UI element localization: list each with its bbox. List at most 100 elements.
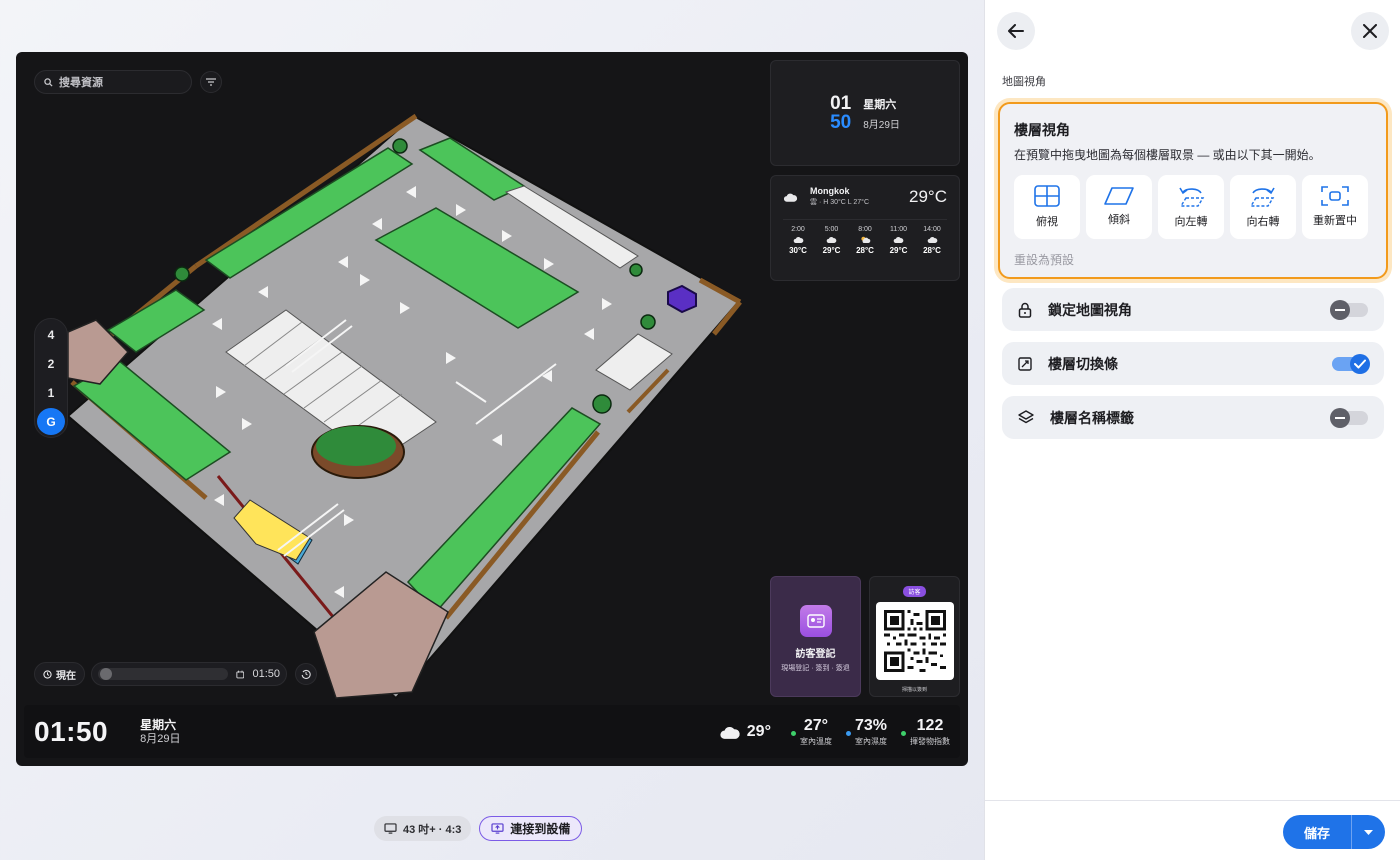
floor-switcher-row[interactable]: 樓層切換條	[1002, 342, 1384, 385]
weather-hour-time: 11:00	[890, 226, 907, 233]
weather-hour-time: 8:00	[858, 226, 872, 233]
arrow-left-icon	[1008, 24, 1024, 38]
reset-default-button[interactable]: 重設為預設	[1014, 251, 1372, 268]
partly-sunny-icon	[860, 236, 870, 243]
qr-widget: 訪客 掃描以簽到	[869, 576, 960, 697]
metric-label: 室內溫度	[799, 736, 832, 746]
floor-button-2[interactable]: 2	[37, 350, 65, 377]
save-button[interactable]: 儲存	[1283, 815, 1351, 849]
tilt-button[interactable]: 傾斜	[1086, 175, 1152, 239]
weather-hour-temp: 29°C	[889, 246, 908, 255]
rotate-right-label: 向右轉	[1246, 216, 1280, 228]
status-bar: 01:50 星期六 8月29日 29° 27° 室內溫度 73% 室內濕度 12…	[24, 705, 960, 758]
device-toolbar: 43 吋+ · 4:3 連接到設備	[374, 816, 583, 841]
metric-label: 揮發物指數	[910, 736, 950, 746]
filter-button[interactable]	[200, 71, 222, 93]
weather-hour-temp: 28°C	[856, 246, 874, 255]
metric-voc-index: 122 揮發物指數	[901, 717, 950, 747]
weather-hour-temp: 29°C	[822, 246, 841, 255]
top-view-label: 俯視	[1036, 216, 1058, 228]
floor-view-title: 樓層視角	[1014, 122, 1070, 138]
metric-indoor-humidity: 73% 室內濕度	[845, 717, 887, 747]
map-preview[interactable]: 搜尋資源 4 2 1 G 現在 01:50 01 50 星期六 8月29日 Mo…	[16, 52, 968, 766]
floor-button-4[interactable]: 4	[37, 321, 65, 348]
metric-dot	[845, 730, 851, 736]
connect-device-button[interactable]: 連接到設備	[479, 816, 583, 841]
clock-hour: 01	[830, 93, 852, 114]
top-view-button[interactable]: 俯視	[1014, 175, 1080, 239]
search-input[interactable]: 搜尋資源	[34, 70, 192, 94]
weather-city: Mongkok	[810, 186, 850, 196]
visitor-id-card-icon	[799, 605, 832, 637]
layers-icon	[1018, 409, 1034, 423]
qr-code	[875, 602, 954, 680]
floor-button-1[interactable]: 1	[37, 379, 65, 406]
clock-widget: 01 50 星期六 8月29日	[770, 60, 960, 166]
back-button[interactable]	[997, 12, 1035, 50]
weather-hour-time: 5:00	[824, 226, 839, 233]
weather-hour-time: 14:00	[923, 226, 941, 233]
close-button[interactable]	[1351, 12, 1389, 50]
rotate-left-button[interactable]: 向左轉	[1158, 175, 1224, 239]
tilt-icon	[1104, 187, 1134, 205]
weather-hour-temp: 28°C	[923, 246, 941, 255]
lock-map-view-label: 鎖定地圖視角	[1048, 301, 1132, 318]
weather-hour: 8:00 28°C	[850, 226, 880, 255]
cloud-icon	[893, 236, 904, 243]
time-slider[interactable]: 01:50	[91, 662, 287, 686]
status-date: 8月29日	[140, 732, 181, 745]
status-weather-temp: 29°	[746, 722, 771, 740]
recenter-button[interactable]: 重新置中	[1302, 175, 1368, 239]
rotate-left-label: 向左轉	[1174, 216, 1208, 228]
time-slider-track[interactable]	[98, 668, 228, 680]
clock-weekday: 星期六	[863, 98, 897, 111]
recenter-icon	[1321, 186, 1349, 206]
monitor-icon	[384, 823, 397, 834]
weather-hour-time: 2:00	[791, 226, 805, 233]
rotate-left-icon	[1179, 187, 1205, 207]
save-options-button[interactable]	[1351, 815, 1385, 849]
weather-summary: 雲 · H 30°C L 27°C	[810, 199, 870, 206]
cloud-icon	[783, 193, 798, 202]
section-label: 地圖視角	[1002, 76, 1046, 88]
weather-hour-temp: 30°C	[789, 246, 807, 255]
cloud-night-icon	[793, 236, 803, 243]
visitor-subtitle: 現場登記 · 簽到 · 簽退	[781, 665, 850, 672]
cloud-night-icon	[826, 236, 837, 243]
floor-switcher-toggle[interactable]	[1332, 353, 1370, 374]
weather-hour: 2:00 30°C	[783, 226, 813, 255]
time-value: 01:50	[252, 668, 280, 680]
floor-name-labels-row[interactable]: 樓層名稱標籤	[1002, 396, 1384, 439]
history-button[interactable]	[295, 663, 317, 685]
clock-date: 8月29日	[863, 119, 900, 131]
weather-hour: 5:00 29°C	[817, 226, 847, 255]
visitor-widget[interactable]: 訪客登記 現場登記 · 簽到 · 簽退	[770, 576, 861, 697]
calendar-icon	[236, 670, 245, 678]
panel-footer: 儲存	[985, 800, 1400, 860]
floor-view-description: 在預覽中拖曳地圖為每個樓層取景 — 或由以下其一開始。	[1014, 148, 1321, 162]
now-button[interactable]: 現在	[34, 662, 85, 686]
rotate-right-icon	[1249, 187, 1275, 207]
lock-map-view-toggle[interactable]	[1330, 299, 1368, 320]
floor-name-labels-toggle[interactable]	[1330, 407, 1368, 428]
metric-dot	[901, 730, 906, 736]
check-icon	[1354, 359, 1366, 368]
floor-button-g[interactable]: G	[37, 408, 65, 435]
display-size-label: 43 吋+ · 4:3	[403, 823, 462, 836]
cast-icon	[491, 823, 504, 834]
weather-hour: 11:00 29°C	[884, 226, 914, 255]
cloud-icon	[927, 236, 937, 243]
time-slider-knob[interactable]	[100, 668, 112, 680]
connect-device-label: 連接到設備	[510, 822, 571, 836]
status-time: 01:50	[34, 715, 109, 747]
floor-selector: 4 2 1 G	[34, 318, 68, 438]
floor-view-card: 樓層視角 在預覽中拖曳地圖為每個樓層取景 — 或由以下其一開始。 俯視 傾斜 向…	[998, 102, 1388, 279]
floor-switcher-label: 樓層切換條	[1048, 355, 1118, 372]
metric-value: 122	[916, 716, 944, 734]
display-size-button[interactable]: 43 吋+ · 4:3	[374, 816, 472, 841]
lock-map-view-row[interactable]: 鎖定地圖視角	[1002, 288, 1384, 331]
rotate-right-button[interactable]: 向右轉	[1230, 175, 1296, 239]
filter-icon	[206, 78, 216, 86]
status-weather: 29°	[719, 723, 771, 741]
qr-caption: 掃描以簽到	[901, 687, 927, 693]
